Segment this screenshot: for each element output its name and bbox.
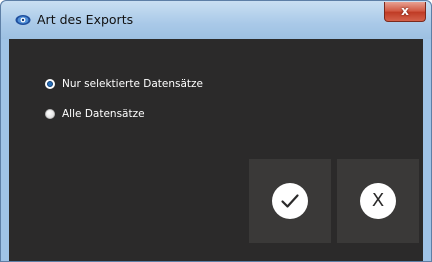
option-label: Nur selektierte Datensätze bbox=[62, 78, 204, 90]
option-selected-records[interactable]: Nur selektierte Datensätze bbox=[45, 76, 203, 92]
checkmark-icon bbox=[281, 194, 299, 208]
title-bar: Art des Exports x bbox=[1, 1, 431, 39]
cancel-button[interactable]: X bbox=[337, 159, 419, 243]
close-icon: x bbox=[401, 4, 409, 18]
radio-checked-icon[interactable] bbox=[45, 79, 55, 89]
option-label: Alle Datensätze bbox=[62, 108, 145, 120]
radio-unchecked-icon[interactable] bbox=[45, 109, 55, 119]
cancel-x-icon: X bbox=[371, 190, 385, 211]
option-all-records[interactable]: Alle Datensätze bbox=[45, 106, 145, 122]
window-title: Art des Exports bbox=[37, 12, 134, 27]
export-type-dialog: Art des Exports x Nur selektierte Datens… bbox=[0, 0, 432, 262]
confirm-button[interactable] bbox=[249, 159, 331, 243]
app-eye-icon bbox=[15, 15, 31, 25]
confirm-circle bbox=[272, 183, 308, 219]
close-button[interactable]: x bbox=[384, 2, 426, 22]
cancel-circle: X bbox=[360, 183, 396, 219]
dialog-content: Nur selektierte Datensätze Alle Datensät… bbox=[9, 39, 423, 261]
